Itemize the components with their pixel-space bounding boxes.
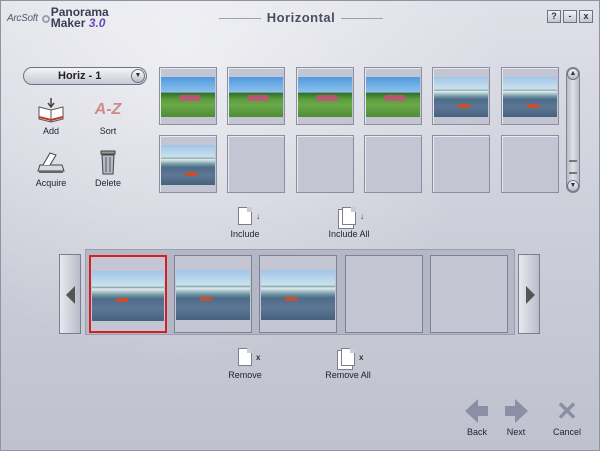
arrow-left-icon	[464, 399, 490, 423]
filmstrip-slot[interactable]	[430, 255, 508, 333]
close-x-icon: ✕	[556, 396, 578, 426]
park-photo	[298, 77, 352, 117]
minimize-button[interactable]: -	[563, 10, 577, 23]
filmstrip-next-button[interactable]	[518, 254, 540, 334]
park-photo	[366, 77, 420, 117]
filmstrip-prev-button[interactable]	[59, 254, 81, 334]
acquire-label: Acquire	[35, 178, 67, 188]
include-all-label: Include All	[328, 229, 370, 239]
include-label: Include	[230, 229, 260, 239]
sort-label: Sort	[99, 126, 117, 136]
remove-label: Remove	[228, 370, 262, 380]
scroll-up-icon[interactable]: ▲	[567, 68, 579, 80]
sort-button[interactable]: A-Z Sort	[83, 97, 133, 136]
remove-all-x-icon: x	[359, 353, 364, 362]
library-thumbnail[interactable]	[501, 67, 559, 125]
next-label: Next	[506, 427, 526, 437]
city-photo	[503, 77, 557, 117]
filmstrip-slot[interactable]	[345, 255, 423, 333]
library-thumbnail[interactable]	[432, 135, 490, 193]
delete-button[interactable]: Delete	[83, 149, 133, 188]
sort-az-icon: A-Z	[93, 97, 123, 123]
remove-all-label: Remove All	[325, 370, 371, 380]
library-thumbnail[interactable]	[432, 67, 490, 125]
include-button[interactable]: ↓ Include	[223, 207, 267, 239]
filmstrip-slot[interactable]	[259, 255, 337, 333]
add-button[interactable]: Add	[26, 97, 76, 136]
library-scrollbar[interactable]: ▲ ▼	[566, 67, 580, 193]
delete-label: Delete	[94, 178, 121, 188]
library-thumbnail[interactable]	[296, 67, 354, 125]
library-thumbnail[interactable]	[159, 67, 217, 125]
city-photo	[434, 77, 488, 117]
library-thumbnail[interactable]	[364, 67, 422, 125]
park-photo	[161, 77, 215, 117]
remove-button[interactable]: x Remove	[223, 348, 267, 380]
scroll-thumb[interactable]	[569, 160, 577, 174]
trash-can-icon	[93, 149, 123, 175]
documents-icon: x	[341, 348, 363, 366]
include-arrow-icon: ↓	[256, 212, 260, 221]
add-label: Add	[42, 126, 59, 136]
back-button[interactable]: Back	[459, 399, 495, 437]
scroll-down-icon[interactable]: ▼	[567, 180, 579, 192]
include-all-button[interactable]: ↓ Include All	[319, 207, 379, 239]
remove-x-icon: x	[256, 353, 261, 362]
library-thumbnail[interactable]	[159, 135, 217, 193]
cancel-label: Cancel	[552, 427, 581, 437]
sort-glyph: A-Z	[94, 101, 122, 118]
arrow-right-icon	[503, 399, 529, 423]
help-button[interactable]: ?	[547, 10, 561, 23]
city-photo	[261, 270, 335, 320]
back-label: Back	[466, 427, 487, 437]
filmstrip-slot-selected[interactable]	[89, 255, 167, 333]
library-thumbnail[interactable]	[364, 135, 422, 193]
documents-icon: ↓	[342, 207, 364, 225]
panorama-select-value: Horiz - 1	[58, 70, 102, 82]
filmstrip-slot[interactable]	[174, 255, 252, 333]
library-thumbnail[interactable]	[296, 135, 354, 193]
next-button[interactable]: Next	[498, 399, 534, 437]
chevron-right-icon	[526, 286, 535, 304]
library-thumbnail[interactable]	[227, 135, 285, 193]
panorama-select[interactable]: Horiz - 1 ▼	[23, 67, 147, 85]
close-button[interactable]: x	[579, 10, 593, 23]
remove-all-button[interactable]: x Remove All	[317, 348, 379, 380]
park-photo	[229, 77, 283, 117]
chevron-down-icon[interactable]: ▼	[131, 69, 145, 83]
city-photo	[176, 270, 250, 320]
window-title: Horizontal	[266, 10, 336, 25]
library-thumbnail[interactable]	[501, 135, 559, 193]
document-icon: ↓	[238, 207, 260, 225]
include-all-arrow-icon: ↓	[360, 212, 364, 221]
title-divider-right	[341, 18, 383, 19]
document-icon: x	[238, 348, 260, 366]
library-thumbnail[interactable]	[227, 67, 285, 125]
book-icon	[36, 97, 66, 123]
scanner-icon	[36, 149, 66, 175]
cancel-button[interactable]: ✕ Cancel	[549, 396, 585, 437]
app-window: ArcSoft Panorama Maker 3.0 Horizontal ? …	[0, 0, 600, 451]
window-controls: ? - x	[547, 10, 593, 23]
acquire-button[interactable]: Acquire	[26, 149, 76, 188]
city-photo	[92, 271, 164, 321]
city-photo	[161, 145, 215, 185]
chevron-left-icon	[66, 286, 75, 304]
